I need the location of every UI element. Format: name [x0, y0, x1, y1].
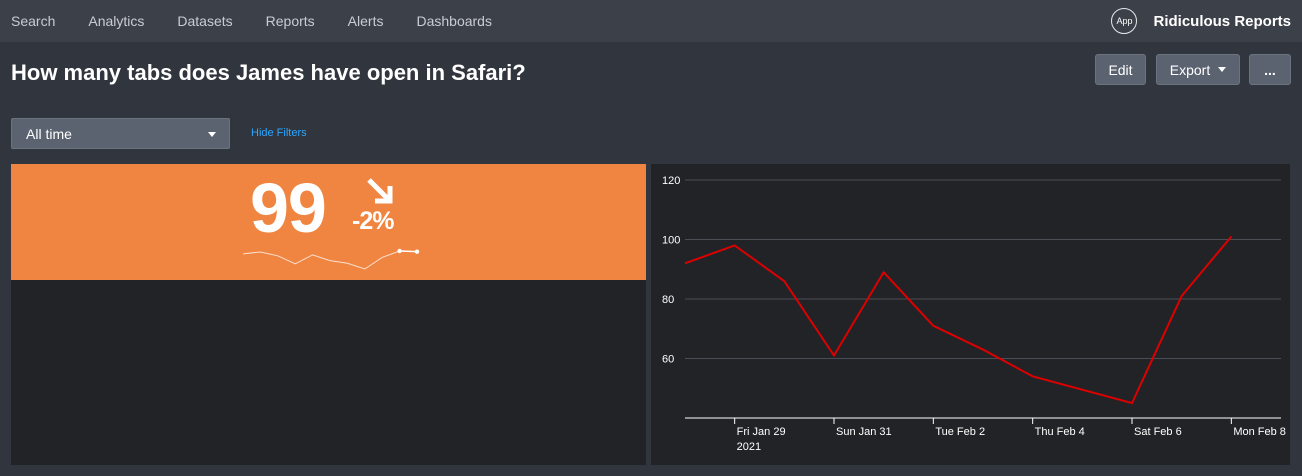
nav-item-dashboards[interactable]: Dashboards [416, 13, 492, 29]
app-icon[interactable]: App [1111, 8, 1138, 34]
sparkline-recent-segment [399, 250, 418, 253]
x-tick-label: Tue Feb 2 [935, 426, 985, 438]
x-tick-label: Mon Feb 8 [1233, 426, 1286, 438]
y-tick-label: 120 [662, 175, 680, 187]
x-tick-label: Thu Feb 4 [1035, 426, 1085, 438]
line-chart: 60 80 100 120 Fri Jan 29 Sun Jan 31 Tue Feb 2 T… [662, 175, 1286, 453]
chevron-down-icon [1218, 67, 1227, 72]
nav-item-search[interactable]: Search [11, 13, 55, 29]
x-tick-label: Sun Jan 31 [836, 426, 892, 438]
x-tick-label: Fri Jan 29 [737, 426, 786, 438]
line-chart-panel: 60 80 100 120 Fri Jan 29 Sun Jan 31 Tue Feb 2 T… [651, 164, 1290, 465]
main-nav: Search Analytics Datasets Reports Alerts… [0, 0, 525, 42]
sparkline-point [397, 248, 402, 254]
hide-filters-link[interactable]: Hide Filters [251, 127, 307, 139]
edit-button[interactable]: Edit [1095, 54, 1146, 85]
export-button-label: Export [1169, 61, 1211, 78]
page-title: How many tabs does James have open in Sa… [11, 60, 526, 85]
nav-item-datasets[interactable]: Datasets [177, 13, 232, 29]
export-button[interactable]: Export [1156, 54, 1240, 85]
chevron-down-icon [208, 132, 216, 137]
sparkline-line [242, 250, 418, 270]
time-range-select[interactable]: All time [11, 118, 230, 149]
y-tick-label: 100 [662, 235, 680, 247]
series-line[interactable] [684, 235, 1233, 405]
kpi-panel: 99 -2% [11, 164, 646, 465]
x-year-label: 2021 [737, 441, 761, 453]
y-tick-label: 60 [662, 354, 674, 366]
app-switcher[interactable]: App Ridiculous Reports [1111, 0, 1291, 42]
arrow-down-right-icon [367, 178, 393, 204]
nav-item-alerts[interactable]: Alerts [348, 13, 384, 29]
kpi-delta: -2% [352, 207, 394, 235]
more-options-button[interactable]: ... [1249, 54, 1291, 85]
kpi-value: 99 [250, 169, 327, 247]
kpi-sparkline [242, 248, 420, 270]
x-tick-label: Sat Feb 6 [1134, 426, 1182, 438]
time-range-value: All time [26, 125, 72, 142]
nav-item-analytics[interactable]: Analytics [88, 13, 144, 29]
top-navigation-bar: Search Analytics Datasets Reports Alerts… [0, 0, 1302, 42]
y-tick-label: 80 [662, 294, 674, 306]
kpi-tile[interactable]: 99 -2% [11, 164, 646, 280]
nav-item-reports[interactable]: Reports [266, 13, 315, 29]
app-name[interactable]: Ridiculous Reports [1153, 13, 1291, 30]
sparkline-point [414, 249, 420, 254]
